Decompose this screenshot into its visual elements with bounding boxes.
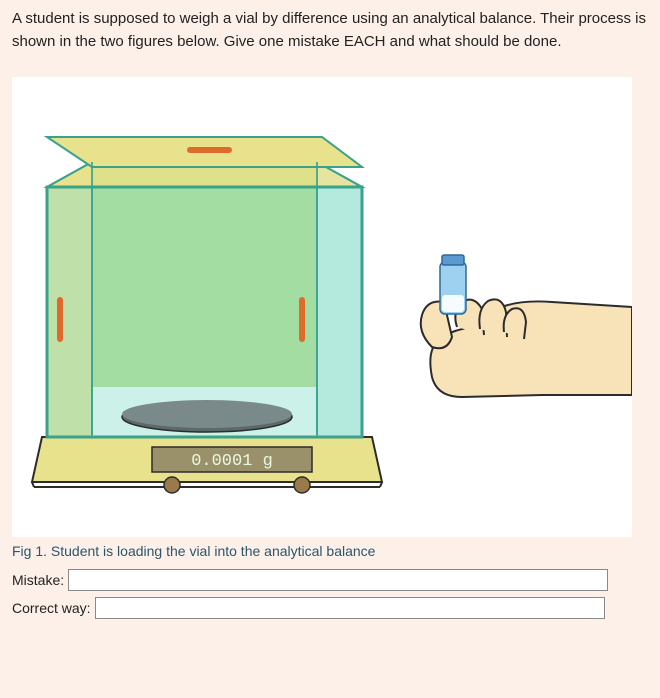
balance-readout-text: 0.0001 g xyxy=(191,452,273,471)
correct-way-row: Correct way: xyxy=(12,597,648,619)
question-prompt: A student is supposed to weigh a vial by… xyxy=(12,8,648,53)
figure-1-caption: Fig 1. Student is loading the vial into … xyxy=(12,543,648,559)
mistake-input[interactable] xyxy=(68,569,608,591)
balance-illustration: 0.0001 g xyxy=(12,77,632,537)
figure-1: 0.0001 g xyxy=(12,77,632,537)
mistake-row: Mistake: xyxy=(12,569,648,591)
hand-with-vial-icon xyxy=(421,255,632,397)
correct-way-label: Correct way: xyxy=(12,600,91,616)
mistake-label: Mistake: xyxy=(12,572,64,588)
correct-way-input[interactable] xyxy=(95,597,605,619)
